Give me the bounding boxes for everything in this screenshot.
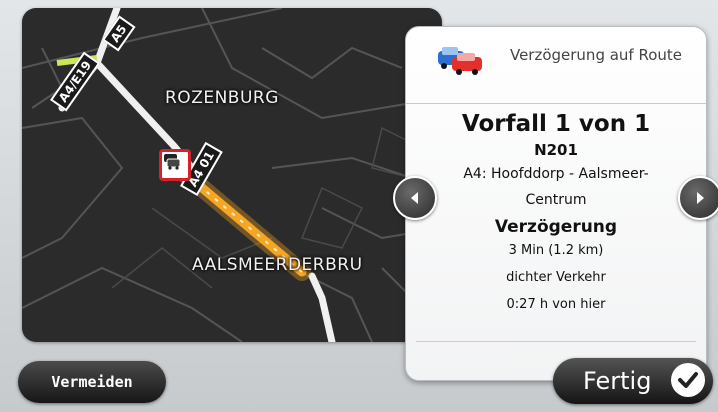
done-button[interactable]: Fertig (553, 358, 713, 404)
incident-details-panel: Verzögerung auf Route Vorfall 1 von 1 N2… (405, 26, 707, 381)
arrow-left-icon (411, 192, 418, 204)
panel-divider (416, 341, 696, 342)
place-label-aalsmeerderbrug: AALSMEERDERBRU (192, 255, 363, 275)
traffic-type: dichter Verkehr (506, 270, 606, 285)
previous-incident-button[interactable] (393, 176, 437, 220)
arrow-right-icon (697, 192, 704, 204)
road-number: N201 (534, 141, 578, 159)
traffic-jam-cars-icon (438, 47, 482, 75)
place-label-rozenburg: ROZENBURG (165, 88, 279, 108)
incident-location: A4: Hoofddorp - Aalsmeer-Centrum (463, 166, 649, 208)
panel-title: Verzögerung auf Route (509, 46, 683, 64)
traffic-jam-icon[interactable] (159, 149, 191, 181)
checkmark-icon (671, 363, 705, 397)
panel-header: Verzögerung auf Route (406, 27, 706, 104)
navigation-screen: ROZENBURG AALSMEERDERBRU A5 A4/E19 A4 01 (0, 0, 718, 412)
delay-heading: Verzögerung (494, 217, 618, 237)
incident-count: Vorfall 1 von 1 (461, 111, 651, 137)
avoid-button[interactable]: Vermeiden (18, 361, 166, 403)
map-view[interactable]: ROZENBURG AALSMEERDERBRU A5 A4/E19 A4 01 (22, 8, 442, 342)
distance-from-here: 0:27 h von hier (506, 297, 606, 312)
panel-body: Vorfall 1 von 1 N201 A4: Hoofddorp - Aal… (406, 107, 706, 318)
delay-value: 3 Min (1.2 km) (508, 243, 604, 258)
done-button-label: Fertig (583, 367, 652, 395)
car-icon (164, 154, 181, 170)
next-incident-button[interactable] (678, 176, 718, 220)
